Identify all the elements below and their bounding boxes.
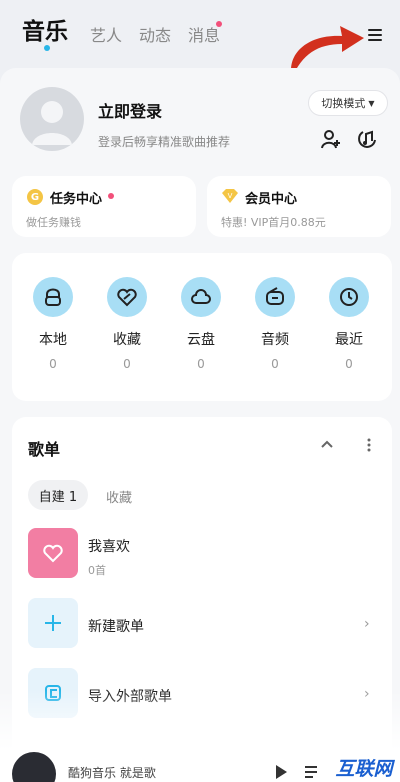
more-vertical-icon[interactable] (360, 436, 378, 454)
clock-icon (329, 277, 369, 317)
vip-diamond-icon: V (222, 189, 238, 203)
tab-collected-playlists[interactable]: 收藏 (106, 487, 132, 506)
task-badge-dot (108, 193, 114, 199)
quick-recent[interactable]: 最近 0 (311, 253, 387, 371)
login-title[interactable]: 立即登录 (98, 98, 162, 122)
tab-feed[interactable]: 动态 (139, 22, 171, 46)
quick-audio[interactable]: 音频 0 (237, 253, 313, 371)
heart-icon (43, 544, 63, 563)
quick-label: 云盘 (187, 332, 215, 348)
quick-count: 0 (123, 357, 131, 371)
quick-label: 最近 (335, 332, 363, 348)
playlist-name[interactable]: 新建歌单 (88, 616, 144, 636)
quick-favorites[interactable]: 收藏 0 (89, 253, 165, 371)
quick-access-card: 本地 0 收藏 0 云盘 0 音频 0 最近 0 (12, 253, 392, 401)
task-center-subtitle: 做任务赚钱 (26, 216, 81, 229)
vip-center-title: 会员中心 (245, 192, 298, 207)
quick-count: 0 (271, 357, 279, 371)
quick-local[interactable]: 本地 0 (15, 253, 91, 371)
avatar[interactable] (20, 87, 84, 151)
add-friend-icon[interactable] (320, 128, 342, 150)
task-center-title: 任务中心 (50, 192, 103, 207)
caret-down-icon: ▼ (368, 98, 375, 108)
play-icon[interactable] (274, 764, 288, 780)
playlist-count: 0首 (88, 564, 106, 577)
chevron-up-icon[interactable] (318, 436, 336, 454)
quick-cloud[interactable]: 云盘 0 (163, 253, 239, 371)
tab-music[interactable]: 音乐 (22, 12, 68, 46)
switch-mode-label: 切换模式 (321, 97, 366, 110)
svg-text:V: V (228, 192, 233, 200)
message-badge-dot (216, 21, 222, 27)
coin-icon: G (27, 189, 43, 205)
tab-created-playlists[interactable]: 自建 1 (28, 480, 88, 510)
playlist-title: 歌单 (28, 440, 61, 459)
tab-messages[interactable]: 消息 (188, 22, 220, 46)
vip-center-card[interactable]: V 会员中心 特惠! VIP首月0.88元 (207, 176, 391, 237)
quick-label: 收藏 (113, 332, 141, 348)
quick-count: 0 (197, 357, 205, 371)
radio-icon (255, 277, 295, 317)
heart-icon (107, 277, 147, 317)
new-playlist-button[interactable] (28, 598, 78, 648)
task-center-card[interactable]: G 任务中心 做任务赚钱 (12, 176, 196, 237)
tab-artists[interactable]: 艺人 (90, 22, 122, 46)
chevron-right-icon[interactable]: › (364, 616, 370, 632)
cloud-icon (181, 277, 221, 317)
favorites-playlist-cover[interactable] (28, 528, 78, 578)
quick-count: 0 (345, 357, 353, 371)
watermark-text: 互联网 (335, 758, 395, 780)
login-subtitle: 登录后畅享精准歌曲推荐 (98, 135, 231, 149)
local-music-icon (33, 277, 73, 317)
switch-mode-button[interactable]: 切换模式 ▼ (308, 90, 388, 116)
vip-center-subtitle: 特惠! VIP首月0.88元 (221, 216, 326, 229)
playlist-name[interactable]: 我喜欢 (88, 536, 130, 556)
queue-icon[interactable] (304, 764, 318, 780)
quick-label: 本地 (39, 332, 67, 348)
quick-count: 0 (49, 357, 57, 371)
now-playing-text[interactable]: 酷狗音乐 就是歌 (68, 764, 156, 781)
plus-icon (45, 615, 61, 631)
music-recognize-icon[interactable] (356, 128, 378, 150)
quick-label: 音频 (261, 332, 289, 348)
bottom-fade (0, 690, 400, 750)
site-watermark: 互联网 (328, 754, 400, 782)
active-tab-indicator (44, 45, 50, 51)
